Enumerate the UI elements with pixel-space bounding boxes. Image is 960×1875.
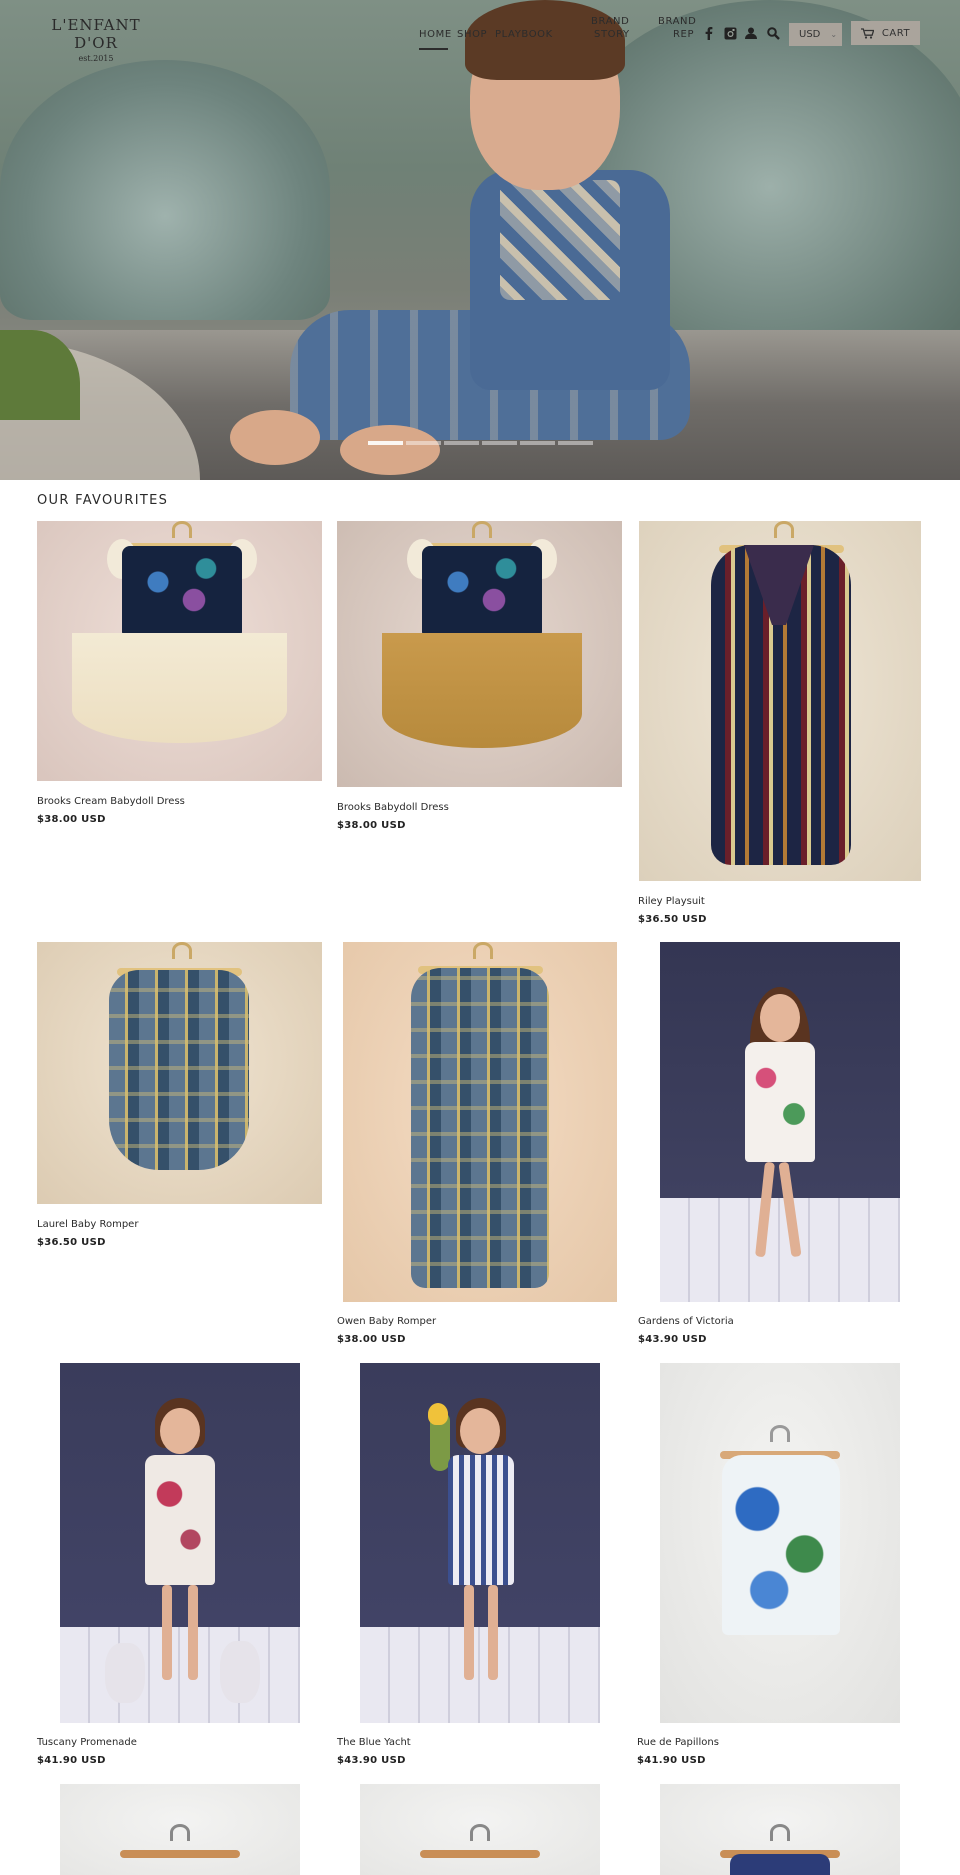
product-price: $41.90 USD xyxy=(637,1755,706,1766)
product-image[interactable] xyxy=(60,1784,300,1875)
product-price: $38.00 USD xyxy=(37,814,106,825)
product-price: $38.00 USD xyxy=(337,820,406,831)
nav-active-indicator xyxy=(419,48,448,50)
section-title: OUR FAVOURITES xyxy=(37,493,169,508)
slider-dots xyxy=(368,441,593,445)
slider-dot[interactable] xyxy=(368,441,403,445)
currency-value: USD xyxy=(799,29,821,40)
nav-brand-rep-line1[interactable]: BRAND xyxy=(658,16,696,28)
facebook-icon[interactable] xyxy=(702,26,716,40)
product-price: $41.90 USD xyxy=(37,1755,106,1766)
product-image[interactable] xyxy=(660,1784,900,1875)
product-image[interactable] xyxy=(660,942,900,1302)
nav-brand-story-line1[interactable]: BRAND xyxy=(591,16,629,28)
slider-dot[interactable] xyxy=(558,441,593,445)
product-name[interactable]: Owen Baby Romper xyxy=(337,1316,436,1327)
cart-button[interactable]: CART xyxy=(851,21,920,45)
product-name[interactable]: Laurel Baby Romper xyxy=(37,1219,138,1230)
slider-dot[interactable] xyxy=(444,441,479,445)
nav-shop[interactable]: SHOP xyxy=(457,29,487,41)
product-image[interactable] xyxy=(360,1784,600,1875)
account-icon[interactable] xyxy=(744,26,758,40)
brand-logo[interactable]: L'ENFANT D'OR est.2015 xyxy=(36,16,156,63)
cart-icon xyxy=(860,27,874,39)
product-price: $36.50 USD xyxy=(37,1237,106,1248)
cart-label: CART xyxy=(881,27,911,39)
product-name[interactable]: Brooks Cream Babydoll Dress xyxy=(37,796,185,807)
product-image[interactable] xyxy=(60,1363,300,1723)
slider-dot[interactable] xyxy=(520,441,555,445)
product-image[interactable] xyxy=(37,521,322,781)
slider-dot[interactable] xyxy=(406,441,441,445)
product-price: $43.90 USD xyxy=(337,1755,406,1766)
brand-tagline: est.2015 xyxy=(78,54,114,63)
product-name[interactable]: Riley Playsuit xyxy=(638,896,705,907)
product-price: $43.90 USD xyxy=(638,1334,707,1345)
nav-brand-story-line2[interactable]: STORY xyxy=(594,29,630,41)
product-image[interactable] xyxy=(337,521,622,787)
hero-banner xyxy=(0,0,960,480)
product-name[interactable]: Brooks Babydoll Dress xyxy=(337,802,449,813)
product-price: $38.00 USD xyxy=(337,1334,406,1345)
product-price: $36.50 USD xyxy=(638,914,707,925)
currency-select[interactable]: USD ⌄ xyxy=(789,23,842,46)
product-image[interactable] xyxy=(660,1363,900,1723)
product-name[interactable]: Rue de Papillons xyxy=(637,1737,719,1748)
instagram-icon[interactable] xyxy=(723,26,737,40)
product-name[interactable]: The Blue Yacht xyxy=(337,1737,411,1748)
product-name[interactable]: Tuscany Promenade xyxy=(37,1737,137,1748)
product-image[interactable] xyxy=(639,521,921,881)
nav-brand-rep-line2[interactable]: REP xyxy=(673,29,694,41)
product-image[interactable] xyxy=(360,1363,600,1723)
nav-playbook[interactable]: PLAYBOOK xyxy=(495,29,553,41)
product-image[interactable] xyxy=(37,942,322,1204)
product-name[interactable]: Gardens of Victoria xyxy=(638,1316,734,1327)
slider-dot[interactable] xyxy=(482,441,517,445)
nav-home[interactable]: HOME xyxy=(419,29,452,41)
hero-child-photo xyxy=(230,0,730,480)
chevron-down-icon: ⌄ xyxy=(830,30,838,39)
search-icon[interactable] xyxy=(766,26,780,40)
product-image[interactable] xyxy=(343,942,617,1302)
brand-name: L'ENFANT D'OR xyxy=(51,16,141,52)
